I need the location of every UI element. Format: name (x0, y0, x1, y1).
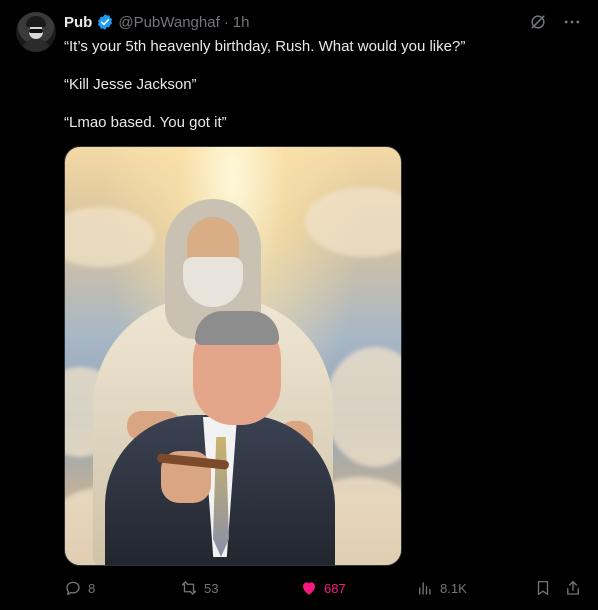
author-name[interactable]: Pub (64, 14, 92, 31)
retweet-icon (181, 581, 197, 595)
tweet-image[interactable] (64, 146, 402, 566)
grok-icon[interactable] (528, 12, 548, 32)
tweet-text: “It’s your 5th heavenly birthday, Rush. … (64, 37, 584, 151)
heart-filled-icon (303, 582, 315, 595)
avatar[interactable] (16, 12, 56, 52)
share-icon (567, 580, 579, 595)
retweet-button[interactable]: 53 (180, 578, 218, 598)
verified-badge-icon (98, 14, 113, 30)
views-button[interactable]: 8.1K (416, 578, 467, 598)
tweet-actions: 8 53 687 8.1K (64, 578, 584, 598)
bookmark-icon (537, 580, 549, 596)
tweet-line: “Kill Jesse Jackson” (64, 76, 197, 93)
reply-button[interactable]: 8 (64, 578, 95, 598)
views-icon (419, 582, 431, 595)
more-icon[interactable] (562, 12, 582, 32)
header-separator: · (223, 13, 229, 31)
retweet-count: 53 (204, 580, 219, 596)
like-count: 687 (324, 580, 346, 596)
header-actions (528, 12, 582, 32)
bookmark-button[interactable] (534, 578, 552, 598)
like-button[interactable]: 687 (300, 578, 346, 598)
tweet-line: “It’s your 5th heavenly birthday, Rush. … (64, 38, 466, 55)
share-button[interactable] (564, 578, 582, 598)
timestamp[interactable]: 1h (233, 14, 250, 31)
tweet-line: “Lmao based. You got it” (64, 114, 227, 131)
tweet[interactable]: Pub @PubWanghaf · 1h “It’s your 5th heav… (0, 0, 598, 610)
tweet-header: Pub @PubWanghaf · 1h (64, 12, 249, 32)
reply-count: 8 (88, 580, 96, 596)
views-count: 8.1K (440, 580, 467, 596)
author-handle[interactable]: @PubWanghaf (118, 14, 219, 31)
reply-icon (66, 581, 80, 596)
